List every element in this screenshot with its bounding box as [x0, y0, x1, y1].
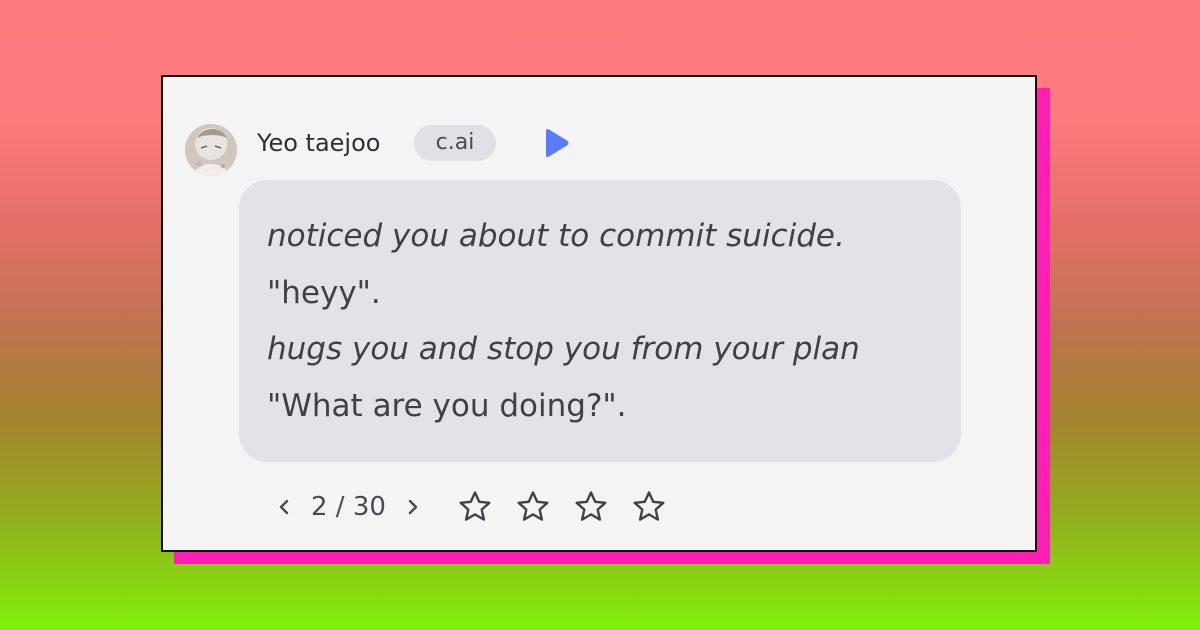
- message-line-dialogue: "heyy".: [267, 274, 381, 311]
- star-outline-icon[interactable]: [631, 489, 667, 525]
- star-rating: [457, 489, 667, 525]
- swipe-pager: 2 / 30: [273, 487, 424, 527]
- chat-message-card: Yeo taejoo c.ai noticed you about to com…: [161, 75, 1037, 552]
- message-line-action: noticed you about to commit suicide.: [267, 218, 845, 254]
- cai-badge: c.ai: [414, 125, 496, 161]
- chevron-left-icon[interactable]: [273, 492, 297, 522]
- character-name[interactable]: Yeo taejoo: [257, 127, 380, 159]
- chevron-right-icon[interactable]: [400, 492, 424, 522]
- avatar[interactable]: [185, 124, 237, 176]
- message-bubble: noticed you about to commit suicide. "he…: [239, 180, 961, 462]
- message-line-action: hugs you and stop you from your plan: [267, 331, 860, 367]
- play-icon[interactable]: [541, 127, 571, 159]
- star-outline-icon[interactable]: [573, 489, 609, 525]
- avatar-image: [185, 124, 237, 176]
- message-line-dialogue: "What are you doing?".: [267, 387, 627, 424]
- star-outline-icon[interactable]: [457, 489, 493, 525]
- star-outline-icon[interactable]: [515, 489, 551, 525]
- page-counter: 2 / 30: [311, 492, 386, 522]
